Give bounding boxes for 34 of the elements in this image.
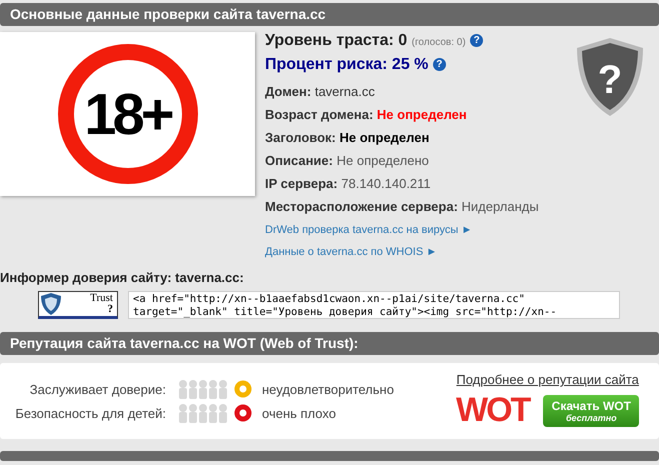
section-header: Основные данные проверки сайта taverna.cc	[0, 3, 659, 26]
help-icon[interactable]: ?	[432, 58, 446, 71]
reputation-link[interactable]: Подробнее о репутации сайта	[456, 372, 639, 387]
trust-level: Уровень траста: 0	[265, 32, 408, 49]
rating-label: Заслуживает доверие:	[28, 382, 166, 396]
code-field[interactable]: <a href="http://xn--b1aaefabsd1cwaon.xn--p1ai/site/taverna.cc" target="_blank" title="Уровень доверия сайту"><img src="http://xn--	[128, 291, 620, 319]
field-label: Заголовок:	[265, 130, 336, 145]
field-label: Домен:	[265, 84, 312, 99]
wot-logo: WOT	[456, 391, 530, 430]
rating-verdict: неудовлетворительно	[262, 382, 394, 396]
people-icon	[178, 403, 228, 423]
field-label: Возраст домена:	[265, 107, 374, 122]
field-value: taverna.cc	[314, 84, 375, 99]
field-value: 78.140.140.211	[341, 176, 431, 191]
field-value: Не определен	[376, 107, 467, 122]
rating-label: Безопасность для детей:	[14, 406, 166, 420]
field-label: Месторасположение сервера:	[265, 199, 458, 214]
field-label: Описание:	[265, 153, 333, 168]
people-icon	[178, 379, 228, 399]
field-label: IP сервера:	[265, 176, 338, 191]
link[interactable]: DrWeb проверка taverna.cc на вирусы ►	[265, 224, 472, 236]
trust-badge[interactable]: Trust ?	[38, 291, 118, 319]
age-sign-icon: 18+	[58, 44, 198, 184]
help-icon[interactable]: ?	[470, 34, 484, 47]
risk-percent: Процент риска: 25 %	[265, 56, 428, 73]
votes-count: (голосов: 0)	[412, 37, 466, 48]
rating-verdict: очень плохо	[262, 406, 336, 420]
section-header: Репутация сайта taverna.cc на WOT (Web of Trust):	[0, 332, 659, 355]
field-value: Не определен	[339, 130, 430, 145]
field-value: Не определено	[336, 153, 429, 168]
field-value: Нидерланды	[462, 199, 539, 214]
link[interactable]: Данные о taverna.cc по WHOIS ►	[265, 246, 438, 258]
informer-title: Информер доверия сайту: taverna.cc:	[0, 270, 245, 285]
download-button[interactable]: Скачать WOT бесплатно	[543, 394, 640, 426]
